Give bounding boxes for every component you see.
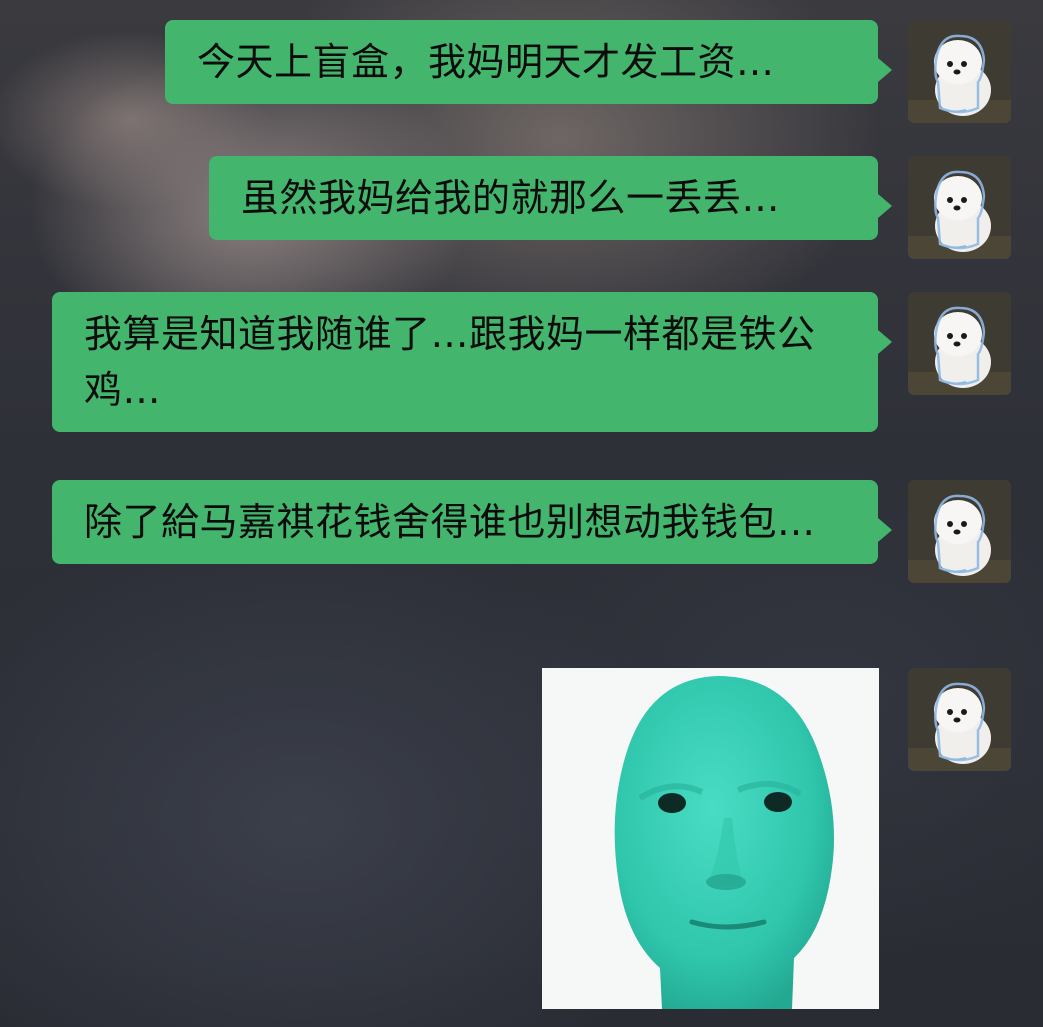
avatar[interactable] [908,668,1011,771]
message-bubble[interactable]: 除了給马嘉祺花钱舍得谁也别想动我钱包… [52,480,892,564]
white-dog-raincoat-icon [908,292,1011,395]
message-bubble[interactable]: 虽然我妈给我的就那么一丢丢… [209,156,892,240]
message-text: 除了給马嘉祺花钱舍得谁也别想动我钱包… [84,500,816,544]
avatar[interactable] [908,480,1011,583]
message-text: 今天上盲盒，我妈明天才发工资… [197,40,775,84]
message-bubble[interactable]: 今天上盲盒，我妈明天才发工资… [165,20,892,104]
avatar[interactable] [908,156,1011,259]
white-dog-raincoat-icon [908,156,1011,259]
sticker-image[interactable] [542,668,879,1009]
avatar[interactable] [908,292,1011,395]
message-text: 虽然我妈给我的就那么一丢丢… [241,176,781,220]
avatar[interactable] [908,20,1011,123]
white-dog-raincoat-icon [908,20,1011,123]
message-bubble[interactable]: 我算是知道我随谁了…跟我妈一样都是铁公鸡… [52,292,892,432]
green-mask-face-icon [542,668,879,1009]
white-dog-raincoat-icon [908,668,1011,771]
white-dog-raincoat-icon [908,480,1011,583]
message-text: 我算是知道我随谁了…跟我妈一样都是铁公鸡… [84,312,816,412]
